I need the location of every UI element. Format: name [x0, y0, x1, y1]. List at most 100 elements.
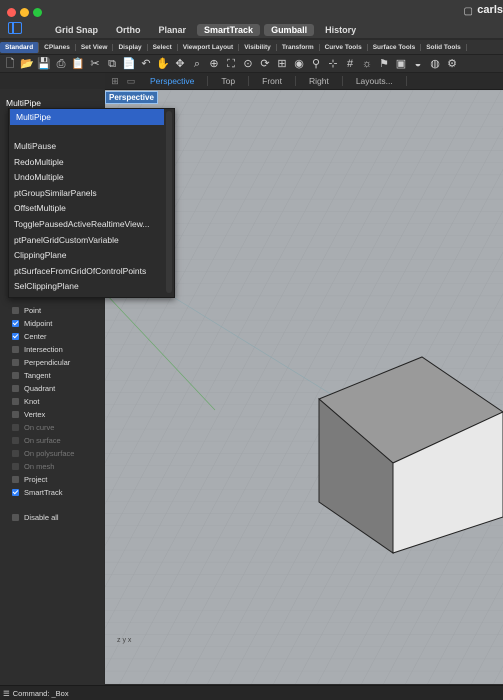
osnap-on-surface[interactable]: On surface: [12, 436, 61, 445]
close-window-button[interactable]: [7, 8, 16, 17]
toggle-ortho[interactable]: Ortho: [109, 24, 148, 36]
autocomplete-item[interactable]: MultiPause: [14, 141, 56, 151]
checkbox[interactable]: [12, 320, 19, 327]
zoom-selected-icon[interactable]: ⊙: [241, 57, 255, 71]
checkbox[interactable]: [12, 398, 19, 405]
four-views-icon[interactable]: ⊞: [275, 57, 289, 71]
tab-front[interactable]: Front: [249, 76, 296, 86]
checkbox[interactable]: [12, 346, 19, 353]
osnap-point[interactable]: Point: [12, 306, 41, 315]
tab-top[interactable]: Top: [208, 76, 250, 86]
checkbox[interactable]: [12, 450, 19, 457]
checkbox[interactable]: [12, 385, 19, 392]
grid-view-icon[interactable]: ⊞: [109, 76, 121, 87]
single-view-icon[interactable]: ▭: [125, 76, 137, 87]
autocomplete-selected-item[interactable]: MultiPipe: [10, 109, 164, 125]
checkbox[interactable]: [12, 307, 19, 314]
tab-right[interactable]: Right: [296, 76, 343, 86]
osnap-on-polysurface[interactable]: On polysurface: [12, 449, 74, 458]
osnap-knot[interactable]: Knot: [12, 397, 39, 406]
toggle-history[interactable]: History: [318, 24, 363, 36]
print-icon[interactable]: ⎙: [54, 57, 68, 71]
tab-surface-tools[interactable]: Surface Tools: [368, 43, 422, 51]
lock-layer-icon[interactable]: ▣: [394, 57, 408, 71]
move-icon[interactable]: ✥: [173, 57, 187, 71]
light-bulb-icon[interactable]: ☼: [360, 57, 374, 71]
tab-solid-tools[interactable]: Solid Tools: [421, 43, 467, 51]
new-file-icon[interactable]: 🗋: [3, 57, 17, 71]
osnap-center[interactable]: Center: [12, 332, 47, 341]
tab-cplanes[interactable]: CPlanes: [39, 43, 76, 51]
toggle-gumball[interactable]: Gumball: [264, 24, 315, 36]
checkbox[interactable]: [12, 463, 19, 470]
osnap-on-mesh[interactable]: On mesh: [12, 462, 54, 471]
tab-layouts[interactable]: Layouts...: [343, 76, 407, 86]
tab-viewport-layout[interactable]: Viewport Layout: [178, 43, 240, 51]
autocomplete-item[interactable]: TogglePausedActiveRealtimeView...: [14, 219, 149, 229]
list-icon[interactable]: ☰: [3, 689, 10, 698]
osnap-project[interactable]: Project: [12, 475, 47, 484]
osnap-midpoint[interactable]: Midpoint: [12, 319, 52, 328]
autocomplete-item[interactable]: UndoMultiple: [14, 172, 64, 182]
toggle-grid-snap[interactable]: Grid Snap: [48, 24, 105, 36]
toggle-smarttrack[interactable]: SmartTrack: [197, 24, 261, 36]
maximize-window-button[interactable]: [33, 8, 42, 17]
lock-icon[interactable]: ⚲: [309, 57, 323, 71]
autocomplete-item[interactable]: ClippingPlane: [14, 250, 66, 260]
snap-icon[interactable]: ⊹: [326, 57, 340, 71]
checkbox[interactable]: [12, 359, 19, 366]
osnap-vertex[interactable]: Vertex: [12, 410, 45, 419]
tab-display[interactable]: Display: [113, 43, 148, 51]
minimize-window-button[interactable]: [20, 8, 29, 17]
clipboard-icon[interactable]: 📋: [71, 57, 85, 71]
command-input[interactable]: [6, 98, 102, 108]
tab-standard[interactable]: Standard: [0, 41, 40, 53]
checkbox[interactable]: [12, 476, 19, 483]
tab-set-view[interactable]: Set View: [76, 43, 114, 51]
toggle-planar[interactable]: Planar: [152, 24, 194, 36]
copy-icon[interactable]: ⧉: [105, 57, 119, 71]
checkbox[interactable]: [12, 514, 19, 521]
grid-icon[interactable]: #: [343, 57, 357, 71]
autocomplete-item[interactable]: SelClippingPlane: [14, 281, 79, 291]
osnap-intersection[interactable]: Intersection: [12, 345, 63, 354]
checkbox[interactable]: [12, 437, 19, 444]
osnap-smarttrack[interactable]: SmartTrack: [12, 488, 62, 497]
undo-icon[interactable]: ↶: [139, 57, 153, 71]
zoom-icon[interactable]: ⌕: [190, 57, 204, 71]
open-folder-icon[interactable]: 📂: [20, 57, 34, 71]
pin-icon[interactable]: ⚑: [377, 57, 391, 71]
tab-select[interactable]: Select: [148, 43, 178, 51]
autocomplete-item[interactable]: ptSurfaceFromGridOfControlPoints: [14, 266, 146, 276]
settings-icon[interactable]: ⚙: [445, 57, 459, 71]
osnap-disable-all[interactable]: Disable all: [12, 513, 59, 522]
save-icon[interactable]: 💾: [37, 57, 51, 71]
zoom-window-icon[interactable]: ⊕: [207, 57, 221, 71]
camera-icon[interactable]: ◉: [292, 57, 306, 71]
checkbox[interactable]: [12, 489, 19, 496]
sidebar-toggle-button[interactable]: [8, 22, 22, 34]
tab-transform[interactable]: Transform: [277, 43, 320, 51]
osnap-perpendicular[interactable]: Perpendicular: [12, 358, 70, 367]
autocomplete-item[interactable]: ptPanelGridCustomVariable: [14, 235, 119, 245]
cut-icon[interactable]: ✂: [88, 57, 102, 71]
osnap-tangent[interactable]: Tangent: [12, 371, 51, 380]
osnap-on-curve[interactable]: On curve: [12, 423, 54, 432]
osnap-quadrant[interactable]: Quadrant: [12, 384, 55, 393]
zoom-extents-icon[interactable]: ⛶: [224, 57, 238, 71]
color-wheel-icon[interactable]: ◍: [428, 57, 442, 71]
viewport-label[interactable]: Perspective: [105, 91, 158, 104]
tab-curve-tools[interactable]: Curve Tools: [320, 43, 368, 51]
paste-icon[interactable]: 📄: [122, 57, 136, 71]
tab-visibility[interactable]: Visibility: [239, 43, 277, 51]
checkbox[interactable]: [12, 372, 19, 379]
rotate-view-icon[interactable]: ⟳: [258, 57, 272, 71]
autocomplete-item[interactable]: ptGroupSimilarPanels: [14, 188, 97, 198]
pan-hand-icon[interactable]: ✋: [156, 57, 170, 71]
tab-perspective[interactable]: Perspective: [137, 76, 209, 86]
autocomplete-item[interactable]: RedoMultiple: [14, 157, 64, 167]
checkbox[interactable]: [12, 333, 19, 340]
render-icon[interactable]: ◒: [411, 57, 425, 71]
checkbox[interactable]: [12, 411, 19, 418]
dropdown-scrollbar[interactable]: [166, 111, 172, 293]
